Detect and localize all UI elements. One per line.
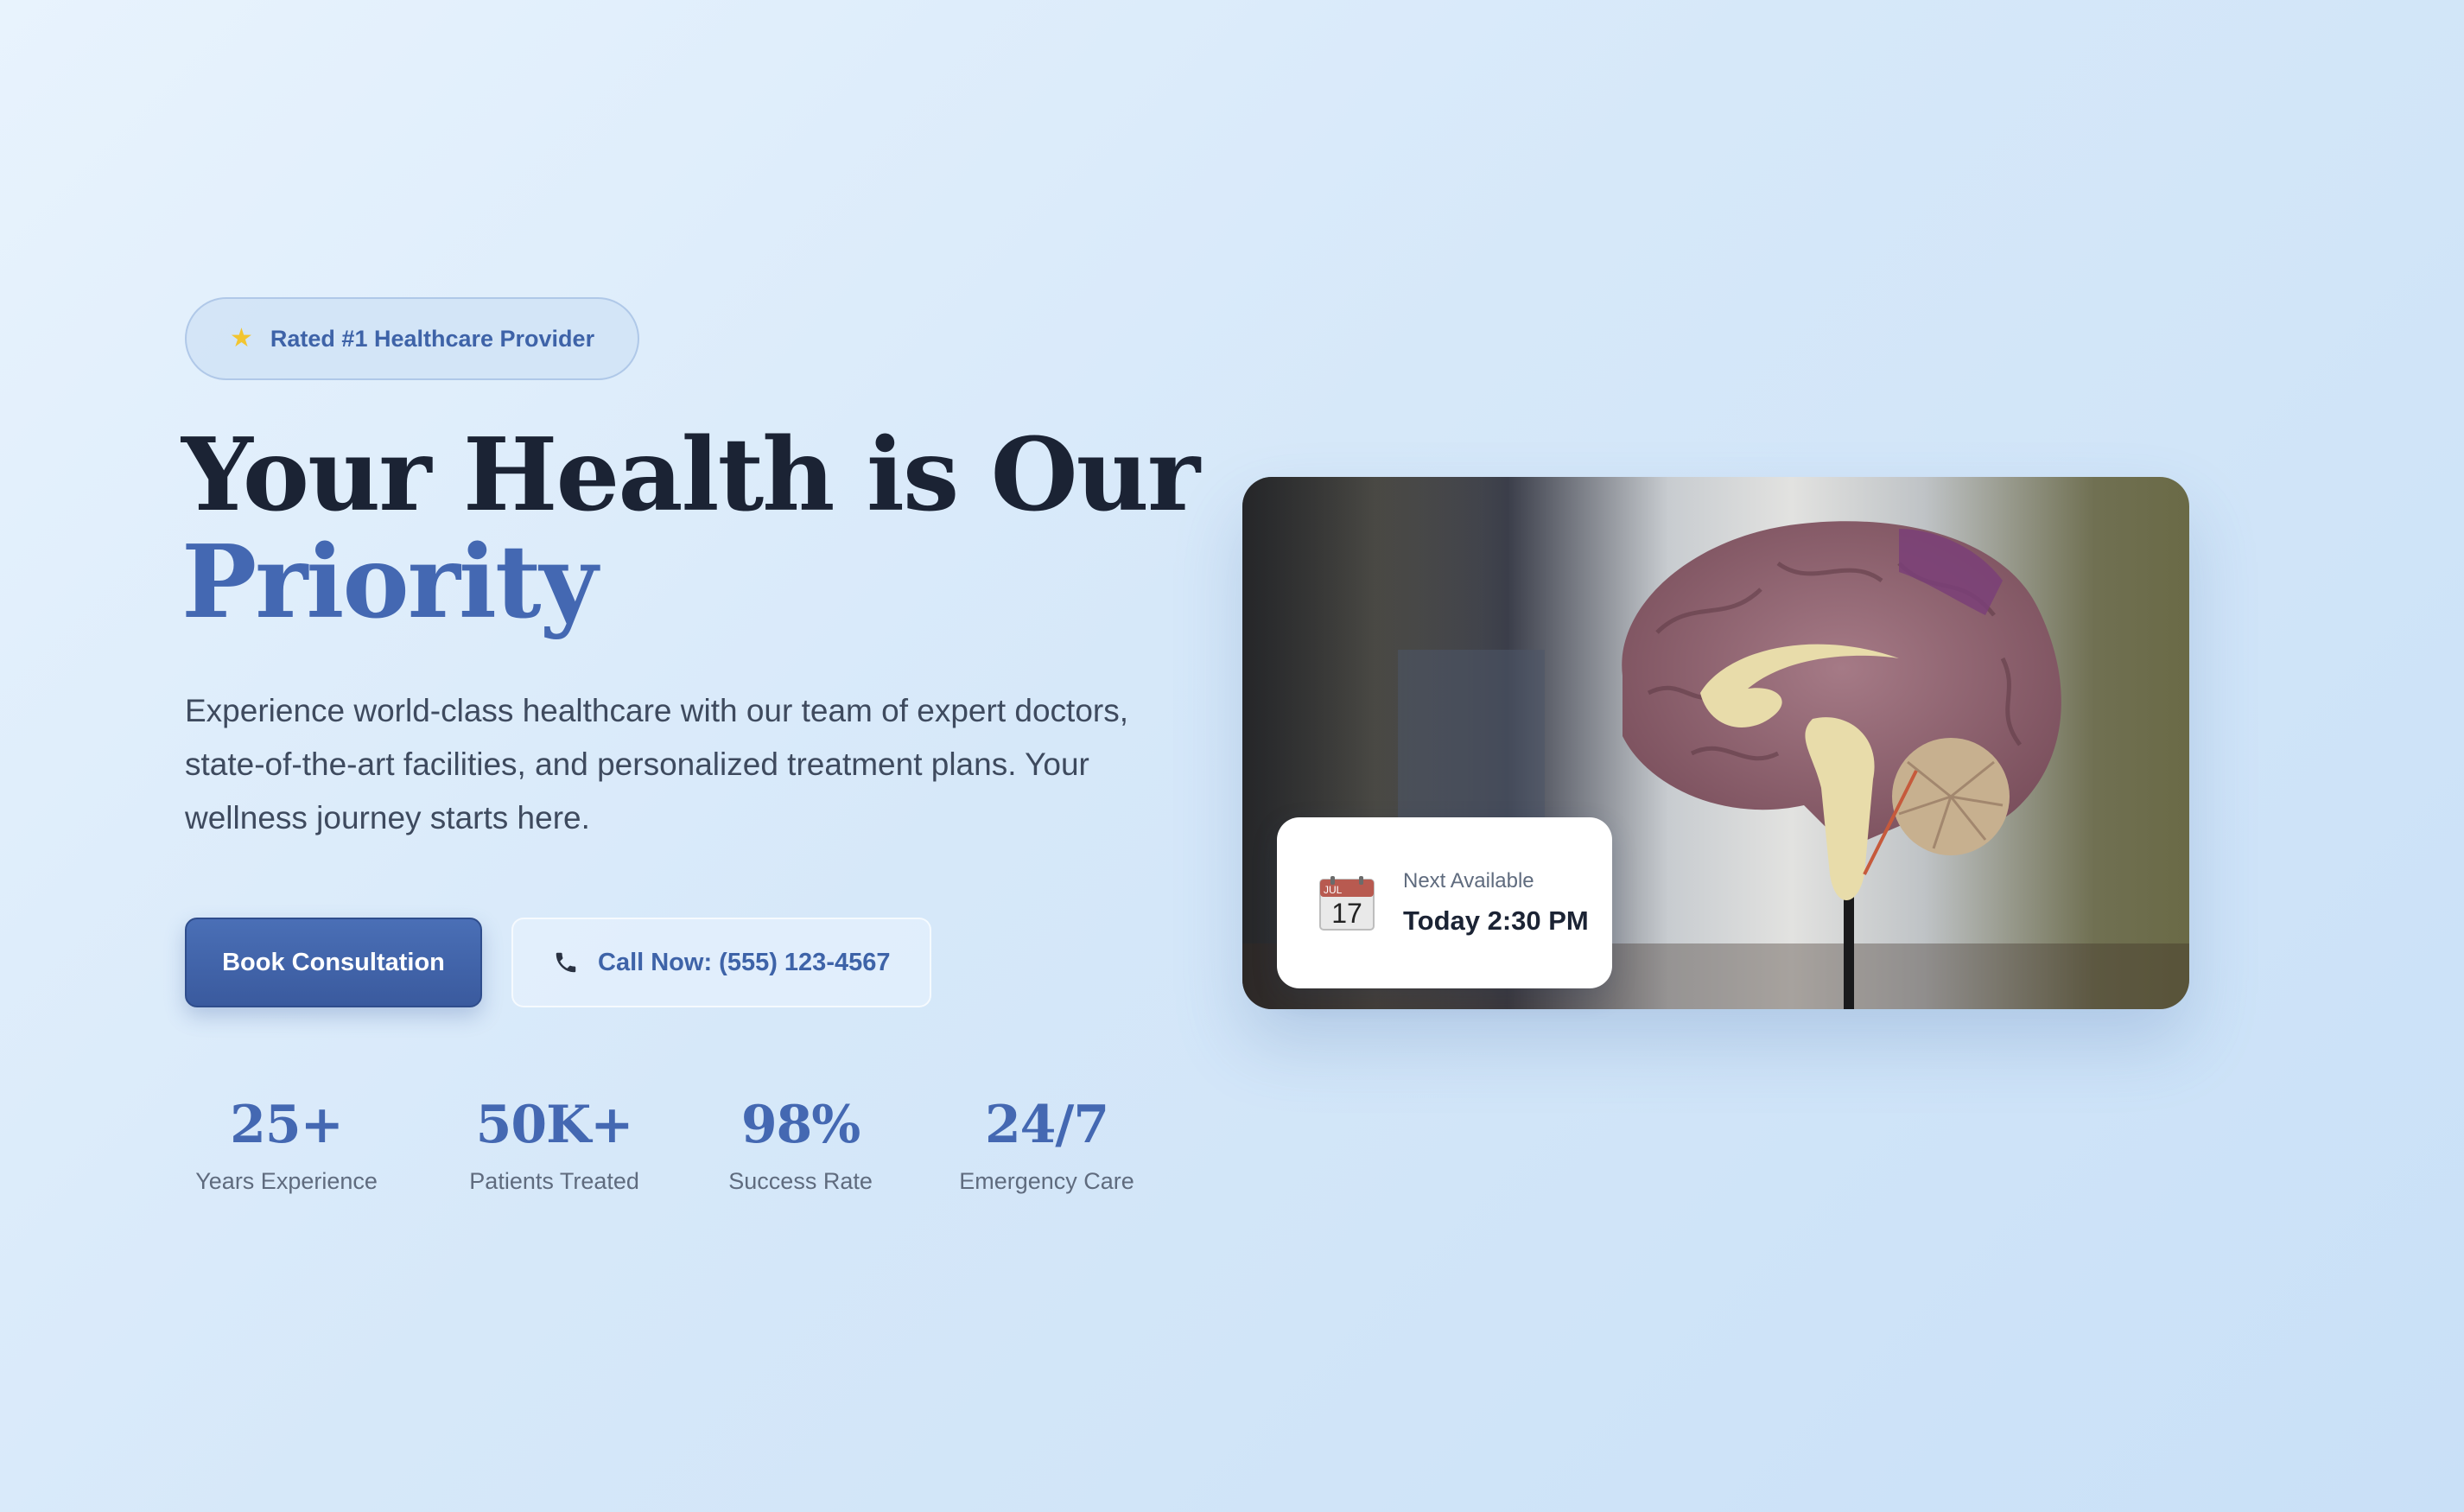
next-available-text: Next Available Today 2:30 PM (1403, 869, 1589, 937)
book-consultation-button[interactable]: Book Consultation (185, 918, 482, 1007)
next-available-card[interactable]: JUL 17 Next Available Today 2:30 PM (1277, 817, 1612, 988)
stat-value: 24/7 (984, 1095, 1109, 1155)
hero-description: Experience world-class healthcare with o… (185, 693, 1129, 835)
stat-value: 50K+ (475, 1095, 634, 1155)
next-available-label: Next Available (1403, 869, 1534, 893)
stat-item: 25+ Years Experience (185, 1097, 388, 1195)
hero-title-line2: Priority (181, 524, 598, 641)
next-available-time: Today 2:30 PM (1403, 905, 1589, 936)
rating-badge-text: Rated #1 Healthcare Provider (270, 325, 595, 352)
hero-title: Your Health is Our Priority (181, 416, 1200, 641)
phone-icon (556, 952, 576, 973)
stat-value: 25+ (230, 1095, 344, 1155)
call-now-label: Call Now: (555) 123-4567 (598, 948, 891, 976)
star-icon: ★ (230, 324, 253, 353)
stat-label: Years Experience (195, 1168, 378, 1194)
stat-label: Emergency Care (959, 1168, 1134, 1194)
rating-badge: ★ Rated #1 Healthcare Provider (185, 297, 640, 380)
stat-value: 98% (740, 1095, 861, 1155)
stat-label: Success Rate (728, 1168, 873, 1194)
stat-item: 50K+ Patients Treated (431, 1097, 677, 1195)
cta-group: Book Consultation Call Now: (555) 123-45… (185, 918, 1170, 1007)
stats-row: 25+ Years Experience 50K+ Patients Treat… (185, 1097, 1170, 1195)
call-now-button[interactable]: Call Now: (555) 123-4567 (511, 918, 932, 1007)
hero-title-line1: Your Health is Our (181, 416, 1200, 534)
stat-item: 98% Success Rate (677, 1097, 924, 1195)
stat-label: Patients Treated (469, 1168, 639, 1194)
hero-content: ★ Rated #1 Healthcare Provider Your Heal… (181, 297, 1200, 1195)
calendar-month: JUL (1324, 884, 1343, 896)
stat-item: 24/7 Emergency Care (924, 1097, 1170, 1195)
calendar-icon: JUL 17 (1319, 876, 1375, 931)
calendar-day: 17 (1331, 898, 1362, 929)
